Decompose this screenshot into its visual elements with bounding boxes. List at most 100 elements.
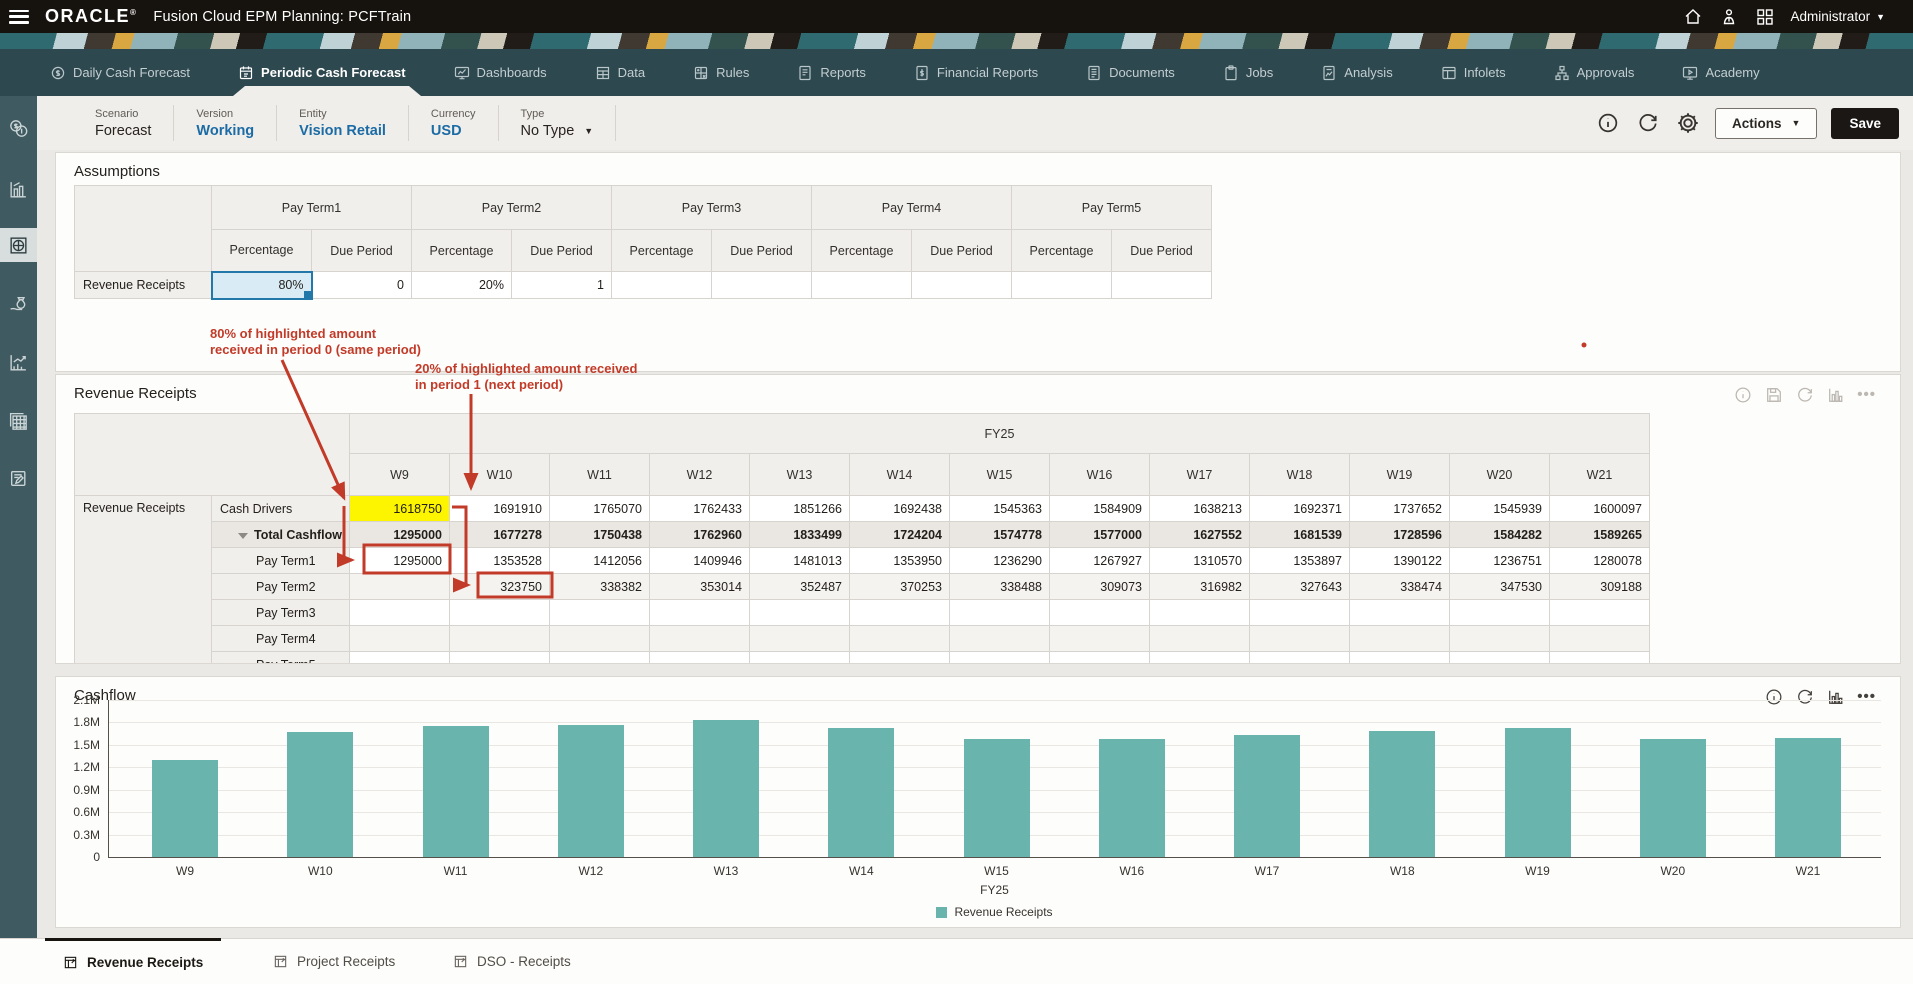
assumptions-cell[interactable]: 1 xyxy=(511,271,612,299)
apps-grid-icon[interactable] xyxy=(1755,7,1775,27)
nav-tab-infolets[interactable]: Infolets xyxy=(1441,65,1506,81)
revenue-cell[interactable]: 1353897 xyxy=(1249,547,1350,574)
revenue-cell[interactable]: 1618750 xyxy=(349,495,450,522)
revenue-cell[interactable]: 370253 xyxy=(849,573,950,600)
sidebar-item-bar-chart[interactable] xyxy=(0,172,37,206)
nav-tab-documents[interactable]: Documents xyxy=(1086,65,1175,81)
bar-W14[interactable] xyxy=(828,728,895,857)
revenue-cell[interactable] xyxy=(1149,599,1250,626)
revenue-cell[interactable] xyxy=(949,625,1050,652)
revenue-cell[interactable]: 338474 xyxy=(1349,573,1450,600)
revenue-cell[interactable] xyxy=(849,625,950,652)
sidebar-item-cash-coins[interactable] xyxy=(0,111,37,145)
home-icon[interactable] xyxy=(1683,7,1703,27)
revenue-cell[interactable]: 1236751 xyxy=(1449,547,1550,574)
revenue-cell[interactable] xyxy=(349,573,450,600)
revenue-cell[interactable] xyxy=(849,599,950,626)
nav-tab-jobs[interactable]: Jobs xyxy=(1223,64,1273,81)
revenue-cell[interactable]: 1481013 xyxy=(749,547,850,574)
revenue-cell[interactable] xyxy=(1549,651,1650,663)
bottom-tab-dso-receipts[interactable]: DSO - Receipts xyxy=(435,938,589,984)
bar-W17[interactable] xyxy=(1234,735,1300,857)
bar-W19[interactable] xyxy=(1504,727,1571,857)
info-icon[interactable] xyxy=(1733,385,1753,405)
revenue-cell[interactable] xyxy=(1449,625,1550,652)
nav-tab-dashboards[interactable]: Dashboards xyxy=(454,65,547,81)
sidebar-item-form-edit[interactable] xyxy=(0,461,37,495)
revenue-cell[interactable] xyxy=(649,625,750,652)
revenue-cell[interactable] xyxy=(549,651,650,663)
revenue-cell[interactable]: 1390122 xyxy=(1349,547,1450,574)
bar-W15[interactable] xyxy=(963,739,1030,857)
row-label-pay-term1[interactable]: Pay Term1 xyxy=(211,547,350,574)
revenue-cell[interactable] xyxy=(1449,651,1550,663)
revenue-cell[interactable]: 1412056 xyxy=(549,547,650,574)
revenue-cell[interactable] xyxy=(1049,599,1150,626)
revenue-cell[interactable]: 1353528 xyxy=(449,547,550,574)
revenue-cell[interactable] xyxy=(649,651,750,663)
revenue-cell[interactable]: 327643 xyxy=(1249,573,1350,600)
bar-W11[interactable] xyxy=(422,726,489,857)
revenue-cell[interactable]: 1267927 xyxy=(1049,547,1150,574)
revenue-cell[interactable]: 1762433 xyxy=(649,495,750,522)
assumptions-cell[interactable]: 80% xyxy=(210,270,313,300)
chart-icon[interactable] xyxy=(1826,385,1846,405)
sidebar-item-table-grid[interactable] xyxy=(0,404,37,438)
row-label-cash-drivers[interactable]: Cash Drivers xyxy=(211,495,350,522)
revenue-cell[interactable]: 1762960 xyxy=(649,521,750,548)
revenue-cell[interactable]: 1584909 xyxy=(1049,495,1150,522)
refresh-icon[interactable] xyxy=(1635,110,1661,136)
revenue-cell[interactable]: 1295000 xyxy=(349,521,450,548)
revenue-cell[interactable] xyxy=(1249,651,1350,663)
revenue-cell[interactable]: 1310570 xyxy=(1149,547,1250,574)
revenue-cell[interactable] xyxy=(1349,599,1450,626)
info-icon[interactable] xyxy=(1595,110,1621,136)
revenue-cell[interactable]: 1737652 xyxy=(1349,495,1450,522)
bar-W12[interactable] xyxy=(557,725,624,857)
revenue-cell[interactable] xyxy=(1349,625,1450,652)
revenue-cell[interactable]: 1589265 xyxy=(1549,521,1650,548)
pov-field-type[interactable]: Type No Type ▼ xyxy=(499,105,617,141)
revenue-cell[interactable] xyxy=(1549,599,1650,626)
revenue-cell[interactable] xyxy=(1149,651,1250,663)
nav-tab-daily-cash-forecast[interactable]: Daily Cash Forecast xyxy=(50,65,190,81)
revenue-cell[interactable]: 1295000 xyxy=(349,547,450,574)
revenue-cell[interactable] xyxy=(1449,599,1550,626)
revenue-cell[interactable] xyxy=(649,599,750,626)
revenue-cell[interactable]: 1833499 xyxy=(749,521,850,548)
revenue-cell[interactable]: 1692438 xyxy=(849,495,950,522)
collapse-icon[interactable] xyxy=(238,532,248,539)
hamburger-menu-icon[interactable] xyxy=(9,9,29,24)
nav-tab-approvals[interactable]: Approvals xyxy=(1554,65,1634,81)
revenue-cell[interactable]: 1600097 xyxy=(1549,495,1650,522)
revenue-cell[interactable] xyxy=(1249,625,1350,652)
revenue-cell[interactable]: 1280078 xyxy=(1549,547,1650,574)
save-button[interactable]: Save xyxy=(1831,107,1899,139)
sidebar-item-target-grid[interactable] xyxy=(0,228,37,262)
revenue-cell[interactable] xyxy=(849,651,950,663)
save-disk-icon[interactable] xyxy=(1764,385,1784,405)
revenue-cell[interactable]: 1851266 xyxy=(749,495,850,522)
pov-field-scenario[interactable]: Scenario Forecast xyxy=(95,105,175,141)
nav-tab-rules[interactable]: Rules xyxy=(693,65,749,81)
revenue-cell[interactable]: 1353950 xyxy=(849,547,950,574)
revenue-cell[interactable]: 1545363 xyxy=(949,495,1050,522)
revenue-cell[interactable] xyxy=(449,599,550,626)
bar-W10[interactable] xyxy=(287,731,354,857)
pov-field-currency[interactable]: Currency USD xyxy=(409,105,499,141)
user-icon[interactable] xyxy=(1719,7,1739,27)
revenue-cell[interactable] xyxy=(1249,599,1350,626)
revenue-cell[interactable]: 1681539 xyxy=(1249,521,1350,548)
bar-W13[interactable] xyxy=(693,719,759,857)
revenue-cell[interactable] xyxy=(949,651,1050,663)
revenue-cell[interactable]: 1577000 xyxy=(1049,521,1150,548)
settings-gear-icon[interactable] xyxy=(1675,110,1701,136)
assumptions-cell[interactable] xyxy=(711,271,812,299)
revenue-cell[interactable]: 316982 xyxy=(1149,573,1250,600)
revenue-cell[interactable]: 1236290 xyxy=(949,547,1050,574)
revenue-cell[interactable]: 1691910 xyxy=(449,495,550,522)
assumptions-cell[interactable] xyxy=(811,271,912,299)
revenue-cell[interactable] xyxy=(449,651,550,663)
bar-W21[interactable] xyxy=(1775,738,1841,857)
bar-W9[interactable] xyxy=(152,760,218,857)
